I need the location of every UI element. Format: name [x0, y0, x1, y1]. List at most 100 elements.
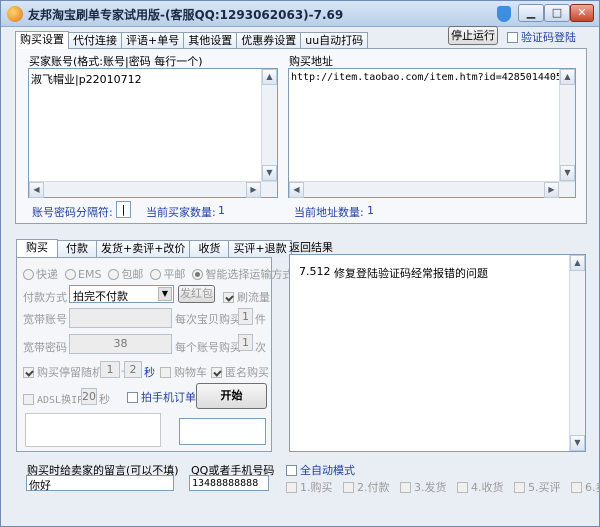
start-button[interactable]: 开始	[196, 383, 267, 409]
cart-box[interactable]	[160, 367, 171, 378]
auto-step-pay-box[interactable]	[343, 482, 354, 493]
app-window: 友邦淘宝刷单专家试用版-(客服QQ:1293062063)-7.69 ▁ □ ✕…	[0, 0, 600, 527]
cart-checkbox[interactable]: 购物车	[160, 364, 207, 380]
tab-receive[interactable]: 收货	[189, 240, 230, 257]
auto-step-buyer-review-box[interactable]	[514, 482, 525, 493]
status-box-left	[25, 413, 161, 447]
auto-step-seller-review-box[interactable]	[571, 482, 582, 493]
auto-step-buyer-review[interactable]: 5.买评	[514, 481, 561, 494]
tab-buy[interactable]: 购买	[16, 239, 58, 257]
captcha-login-box[interactable]	[507, 32, 518, 43]
results-vscroll[interactable]: ▲ ▼	[569, 255, 585, 451]
adsl-checkbox[interactable]: ADSL换IP	[23, 391, 83, 406]
top-tab-strip: 购买设置 代付连接 评语+单号 其他设置 优惠券设置 uu自动打码	[15, 31, 369, 49]
payment-label: 付款方式	[23, 291, 67, 304]
window-title: 友邦淘宝刷单专家试用版-(客服QQ:1293062063)-7.69	[28, 8, 344, 22]
stay-max-input[interactable]: 2	[124, 361, 142, 378]
shipping-express[interactable]: 快递	[23, 268, 58, 281]
buy-urls-vscroll[interactable]: ▲ ▼	[559, 69, 575, 181]
scroll-right-icon[interactable]: ▶	[246, 182, 261, 198]
tab-buy-settings[interactable]: 购买设置	[15, 31, 69, 49]
close-button[interactable]: ✕	[570, 4, 594, 22]
buyer-accounts-hscroll[interactable]: ◀ ▶	[29, 181, 277, 198]
scroll-down-icon[interactable]: ▼	[570, 435, 585, 451]
broadband-account-input[interactable]	[69, 308, 172, 328]
skin-gem-icon[interactable]	[497, 6, 511, 22]
buy-urls-textarea[interactable]: http://item.taobao.com/item.htm?id=42850…	[288, 68, 576, 198]
refresh-traffic-checkbox[interactable]: 刷流量	[223, 289, 270, 305]
radio-ems[interactable]	[65, 269, 76, 280]
payment-select[interactable]: 拍完不付款 ▼	[69, 285, 174, 303]
radio-mail[interactable]	[150, 269, 162, 280]
stay-min-input[interactable]: 1	[100, 361, 120, 378]
tab-other-settings[interactable]: 其他设置	[183, 32, 238, 49]
auto-step-buy[interactable]: 1.购买	[286, 481, 333, 494]
auto-step-ship[interactable]: 3.发货	[400, 481, 447, 494]
buy-urls-hscroll[interactable]: ◀ ▶	[289, 181, 575, 198]
scroll-right-icon[interactable]: ▶	[544, 182, 559, 198]
buyer-accounts-vscroll[interactable]: ▲ ▼	[261, 69, 277, 181]
auto-step-receive-box[interactable]	[457, 482, 468, 493]
adsl-interval-input[interactable]: 20	[81, 388, 97, 405]
shipping-ems[interactable]: EMS	[65, 268, 101, 281]
tab-proxy-pay[interactable]: 代付连接	[68, 32, 122, 49]
anonymous-box[interactable]	[211, 367, 222, 378]
separator-input[interactable]: |	[116, 201, 131, 218]
chevron-down-icon[interactable]: ▼	[158, 287, 172, 301]
scroll-up-icon[interactable]: ▲	[262, 69, 277, 85]
buy-urls-label: 购买地址	[289, 55, 333, 68]
results-textarea[interactable]: 7.512 修复登陆验证码经常报错的问题 ▲ ▼	[289, 254, 586, 452]
radio-smart[interactable]	[192, 269, 204, 280]
broadband-password-input[interactable]: 38	[69, 334, 172, 354]
buy-settings-panel: 买家账号(格式:账号|密码 每行一个) 淑飞帽业|p22010712 ▲ ▼ ◀…	[15, 48, 587, 224]
per-item-input[interactable]: 1	[238, 308, 253, 325]
buyer-accounts-textarea[interactable]: 淑飞帽业|p22010712 ▲ ▼ ◀ ▶	[28, 68, 278, 198]
anonymous-checkbox[interactable]: 匿名购买	[211, 364, 269, 380]
scroll-up-icon[interactable]: ▲	[570, 255, 585, 271]
shipping-radio-group: 快递 EMS 包邮 平邮 智能选择运输方式	[23, 266, 293, 282]
shipping-free[interactable]: 包邮	[108, 268, 143, 281]
radio-free[interactable]	[108, 269, 120, 280]
scroll-left-icon[interactable]: ◀	[289, 182, 304, 198]
auto-step-pay[interactable]: 2.付款	[343, 481, 390, 494]
buyer-count-label: 当前买家数量:	[146, 206, 216, 219]
mobile-order-box[interactable]	[127, 392, 138, 403]
buyer-accounts-text: 淑飞帽业|p22010712	[31, 73, 142, 86]
shipping-mail[interactable]: 平邮	[150, 268, 185, 281]
stay-unit: 秒	[144, 366, 155, 379]
stop-button[interactable]: 停止运行	[448, 26, 498, 45]
message-input[interactable]: 你好	[26, 475, 174, 492]
auto-step-buy-box[interactable]	[286, 482, 297, 493]
auto-step-ship-box[interactable]	[400, 482, 411, 493]
scroll-down-icon[interactable]: ▼	[560, 165, 575, 181]
stay-random-box[interactable]	[23, 367, 34, 378]
tab-review-order[interactable]: 评语+单号	[121, 32, 185, 49]
tab-pay[interactable]: 付款	[57, 240, 97, 257]
scroll-left-icon[interactable]: ◀	[29, 182, 44, 198]
auto-step-seller-review[interactable]: 6.卖评	[571, 481, 600, 494]
send-redpacket-button[interactable]: 发红包	[178, 285, 215, 303]
tab-ship-review[interactable]: 发货+卖评+改价	[96, 240, 191, 257]
phone-input[interactable]: 13488888888	[189, 475, 269, 491]
stay-random-checkbox[interactable]: 购买停留随机	[23, 364, 103, 380]
buyer-accounts-label: 买家账号(格式:账号|密码 每行一个)	[29, 55, 203, 68]
scroll-up-icon[interactable]: ▲	[560, 69, 575, 85]
maximize-button[interactable]: □	[544, 4, 570, 22]
tab-uu-captcha[interactable]: uu自动打码	[300, 32, 369, 49]
auto-mode-box[interactable]	[286, 465, 297, 476]
minimize-button[interactable]: ▁	[518, 4, 544, 22]
auto-step-receive[interactable]: 4.收货	[457, 481, 504, 494]
tab-coupon-settings[interactable]: 优惠券设置	[236, 32, 302, 49]
auto-mode-checkbox[interactable]: 全自动模式	[286, 462, 355, 478]
per-account-label: 每个账号购买	[175, 341, 241, 354]
adsl-box[interactable]	[23, 394, 34, 405]
per-account-input[interactable]: 1	[238, 334, 253, 351]
mobile-order-checkbox[interactable]: 拍手机订单	[127, 389, 196, 405]
separator-label: 账号密码分隔符:	[32, 206, 113, 219]
scroll-down-icon[interactable]: ▼	[262, 165, 277, 181]
captcha-login-checkbox[interactable]: 验证码登陆	[507, 29, 576, 45]
radio-express[interactable]	[23, 269, 34, 280]
shipping-smart[interactable]: 智能选择运输方式	[192, 268, 293, 281]
refresh-traffic-box[interactable]	[223, 292, 234, 303]
tab-review-refund[interactable]: 买评+退款	[228, 240, 292, 257]
